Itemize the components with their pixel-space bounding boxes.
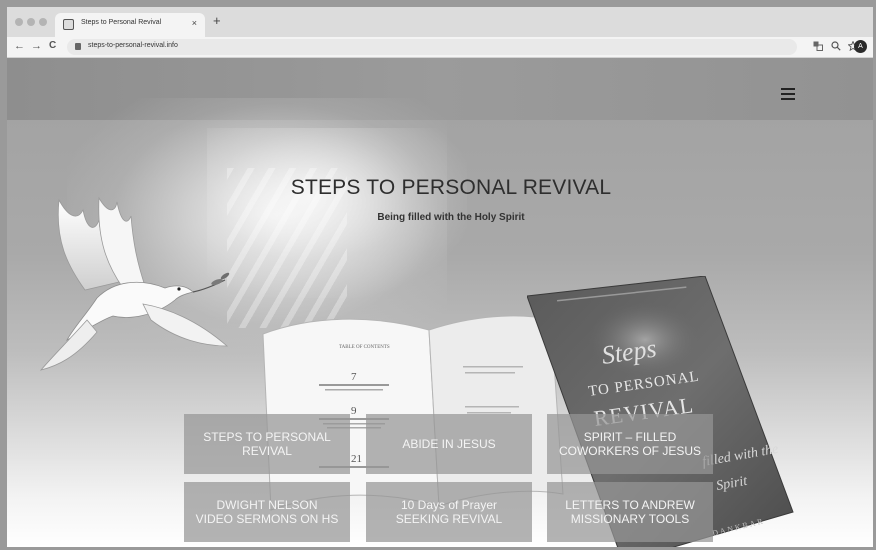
window-maximize-dot[interactable] [39, 18, 47, 26]
toc-heading: TABLE OF CONTENTS [339, 345, 390, 350]
reload-icon[interactable]: C [49, 39, 56, 53]
tile-label-line1: ABIDE IN JESUS [402, 437, 496, 451]
toc-number-1: 7 [351, 371, 357, 383]
dove-image [39, 196, 230, 371]
tile-label-line2: COWORKERS OF JESUS [558, 444, 701, 458]
tile-label-line2: MISSIONARY TOOLS [570, 512, 690, 526]
page-subtitle-text: Being filled with the Holy Spirit [377, 212, 525, 223]
tile-10-days-of-prayer[interactable]: 10 Days of Prayer SEEKING REVIVAL [366, 482, 532, 542]
web-page: STEPS TO PERSONAL REVIVAL Being filled w… [7, 58, 873, 547]
lock-icon [75, 43, 81, 50]
new-tab-icon[interactable]: + [213, 14, 221, 28]
tile-label-line1: 10 Days of Prayer [400, 498, 498, 512]
url-text: steps-to-personal-revival.info [88, 42, 178, 49]
favicon-icon [63, 19, 74, 30]
back-icon[interactable]: ← [14, 39, 25, 53]
page-subtitle: Being filled with the Holy Spirit [7, 212, 873, 223]
tab-strip: Steps to Personal Revival × + [7, 7, 873, 37]
tab-title: Steps to Personal Revival [81, 19, 162, 26]
tile-letters-to-andrew[interactable]: LETTERS TO ANDREW MISSIONARY TOOLS [547, 482, 713, 542]
browser-window: Steps to Personal Revival × + ← → C step… [7, 7, 873, 547]
toc-number-3: 21 [351, 453, 362, 465]
tile-abide-in-jesus[interactable]: ABIDE IN JESUS [366, 414, 532, 474]
tile-label-line1: LETTERS TO ANDREW [565, 498, 695, 512]
hamburger-menu-icon[interactable] [781, 88, 795, 100]
page-title-text: STEPS TO PERSONAL REVIVAL [290, 176, 612, 199]
tile-label-line2: REVIVAL [242, 444, 292, 458]
tab-close-icon[interactable]: × [192, 18, 197, 28]
tile-label-line1: SPIRIT – FILLED [583, 430, 677, 444]
browser-toolbar: ← → C steps-to-personal-revival.info A [7, 37, 873, 58]
profile-avatar[interactable]: A [854, 40, 867, 53]
forward-icon[interactable]: → [31, 39, 42, 53]
tile-spirit-filled-coworkers[interactable]: SPIRIT – FILLED COWORKERS OF JESUS [547, 414, 713, 474]
translate-icon[interactable] [813, 41, 823, 54]
address-bar[interactable]: steps-to-personal-revival.info [67, 39, 797, 55]
zoom-icon[interactable] [831, 41, 841, 54]
browser-tab[interactable]: Steps to Personal Revival × [55, 13, 205, 37]
tile-label-line2: SEEKING REVIVAL [395, 512, 503, 526]
tile-label-line1: STEPS TO PERSONAL [203, 430, 331, 444]
tile-steps-to-personal-revival[interactable]: STEPS TO PERSONAL REVIVAL [184, 414, 350, 474]
page-title: STEPS TO PERSONAL REVIVAL [7, 176, 873, 200]
tile-dwight-nelson-sermons[interactable]: DWIGHT NELSON VIDEO SERMONS ON HS [184, 482, 350, 542]
tile-label-line1: DWIGHT NELSON [216, 498, 318, 512]
tile-label-line2: VIDEO SERMONS ON HS [195, 512, 339, 526]
window-minimize-dot[interactable] [27, 18, 35, 26]
toc-number-2: 9 [351, 405, 357, 417]
window-close-dot[interactable] [15, 18, 23, 26]
